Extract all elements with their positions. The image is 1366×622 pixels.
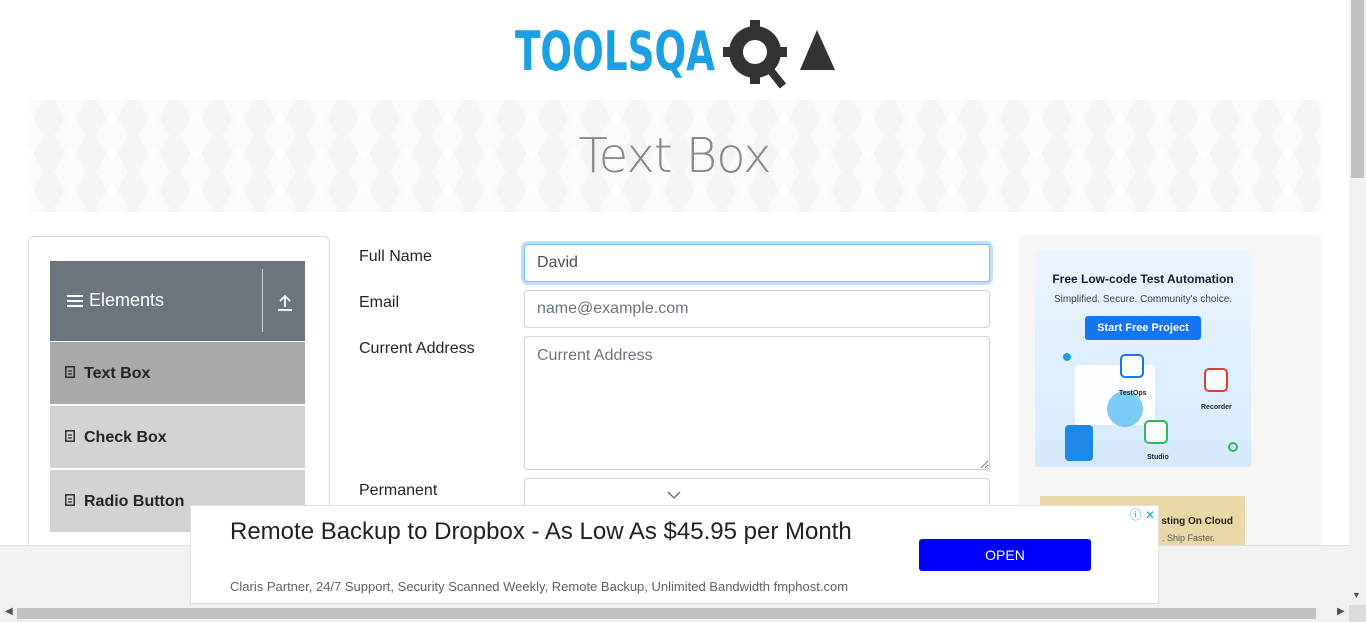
ad-choices[interactable]: ⓘ ✕ bbox=[1130, 506, 1155, 523]
bottom-ad-headline[interactable]: Remote Backup to Dropbox - As Low As $45… bbox=[230, 516, 870, 548]
start-free-project-button[interactable]: Start Free Project bbox=[1085, 316, 1201, 340]
email-input[interactable] bbox=[524, 290, 990, 328]
group-title: Elements bbox=[89, 290, 165, 310]
right-ad-subline: Simplified. Secure. Community's choice. bbox=[1053, 294, 1233, 305]
sidebar-item-label: Check Box bbox=[84, 429, 167, 446]
logo-text: TOOLSQA bbox=[515, 20, 715, 83]
open-button[interactable]: OPEN bbox=[919, 539, 1091, 571]
elements-group-header[interactable]: Elements bbox=[50, 261, 305, 341]
right-ad-2-title: sting On Cloud bbox=[1161, 516, 1233, 527]
right-ad-2-sub: . Ship Faster. bbox=[1161, 533, 1215, 543]
sidebar-item-label: Text Box bbox=[84, 365, 151, 382]
bottom-ad[interactable]: Remote Backup to Dropbox - As Low As $45… bbox=[190, 505, 1159, 604]
info-icon[interactable]: ⓘ bbox=[1130, 508, 1142, 522]
full-name-input[interactable] bbox=[524, 244, 990, 282]
app-label-recorder: Recorder bbox=[1201, 404, 1232, 411]
right-ad-headline: Free Low-code Test Automation bbox=[1052, 272, 1234, 286]
page-banner: Text Box bbox=[28, 100, 1321, 212]
app-label-testops: TestOps bbox=[1119, 390, 1147, 397]
document-icon bbox=[65, 430, 75, 442]
document-icon bbox=[65, 494, 75, 506]
sidebar-item-check-box[interactable]: Check Box bbox=[50, 405, 305, 468]
app-label-studio: Studio bbox=[1147, 454, 1169, 461]
scrollbar-corner bbox=[1349, 605, 1366, 622]
header-divider bbox=[262, 269, 263, 332]
page-title: Text Box bbox=[578, 128, 771, 184]
gear-icon bbox=[723, 20, 787, 89]
vertical-scrollbar-thumb[interactable] bbox=[1351, 0, 1364, 178]
full-name-label: Full Name bbox=[359, 248, 432, 265]
toolsqa-logo[interactable]: TOOLSQA bbox=[515, 16, 840, 92]
sidebar-item-label: Radio Button bbox=[84, 493, 185, 510]
sidebar-item-text-box[interactable]: Text Box bbox=[50, 341, 305, 404]
current-address-textarea[interactable] bbox=[524, 336, 990, 470]
scroll-down-arrow-icon[interactable]: ▼ bbox=[1352, 590, 1361, 600]
menu-icon bbox=[67, 295, 83, 310]
horizontal-scrollbar-thumb[interactable] bbox=[17, 608, 1316, 619]
right-ad-card[interactable]: Free Low-code Test Automation Simplified… bbox=[1035, 250, 1251, 467]
current-address-label: Current Address bbox=[359, 340, 475, 357]
permanent-address-textarea[interactable] bbox=[524, 478, 990, 508]
scroll-left-arrow-icon[interactable]: ◀ bbox=[5, 606, 13, 617]
bottom-ad-description: Claris Partner, 24/7 Support, Security S… bbox=[230, 579, 849, 594]
chevron-down-icon bbox=[667, 491, 681, 499]
scroll-right-arrow-icon[interactable]: ▶ bbox=[1337, 606, 1345, 617]
email-label: Email bbox=[359, 294, 400, 311]
permanent-address-label: Permanent bbox=[359, 482, 438, 499]
collapse-up-icon[interactable] bbox=[277, 294, 293, 312]
logo-a-shape bbox=[800, 30, 835, 70]
close-icon[interactable]: ✕ bbox=[1145, 508, 1155, 522]
document-icon bbox=[65, 366, 75, 378]
